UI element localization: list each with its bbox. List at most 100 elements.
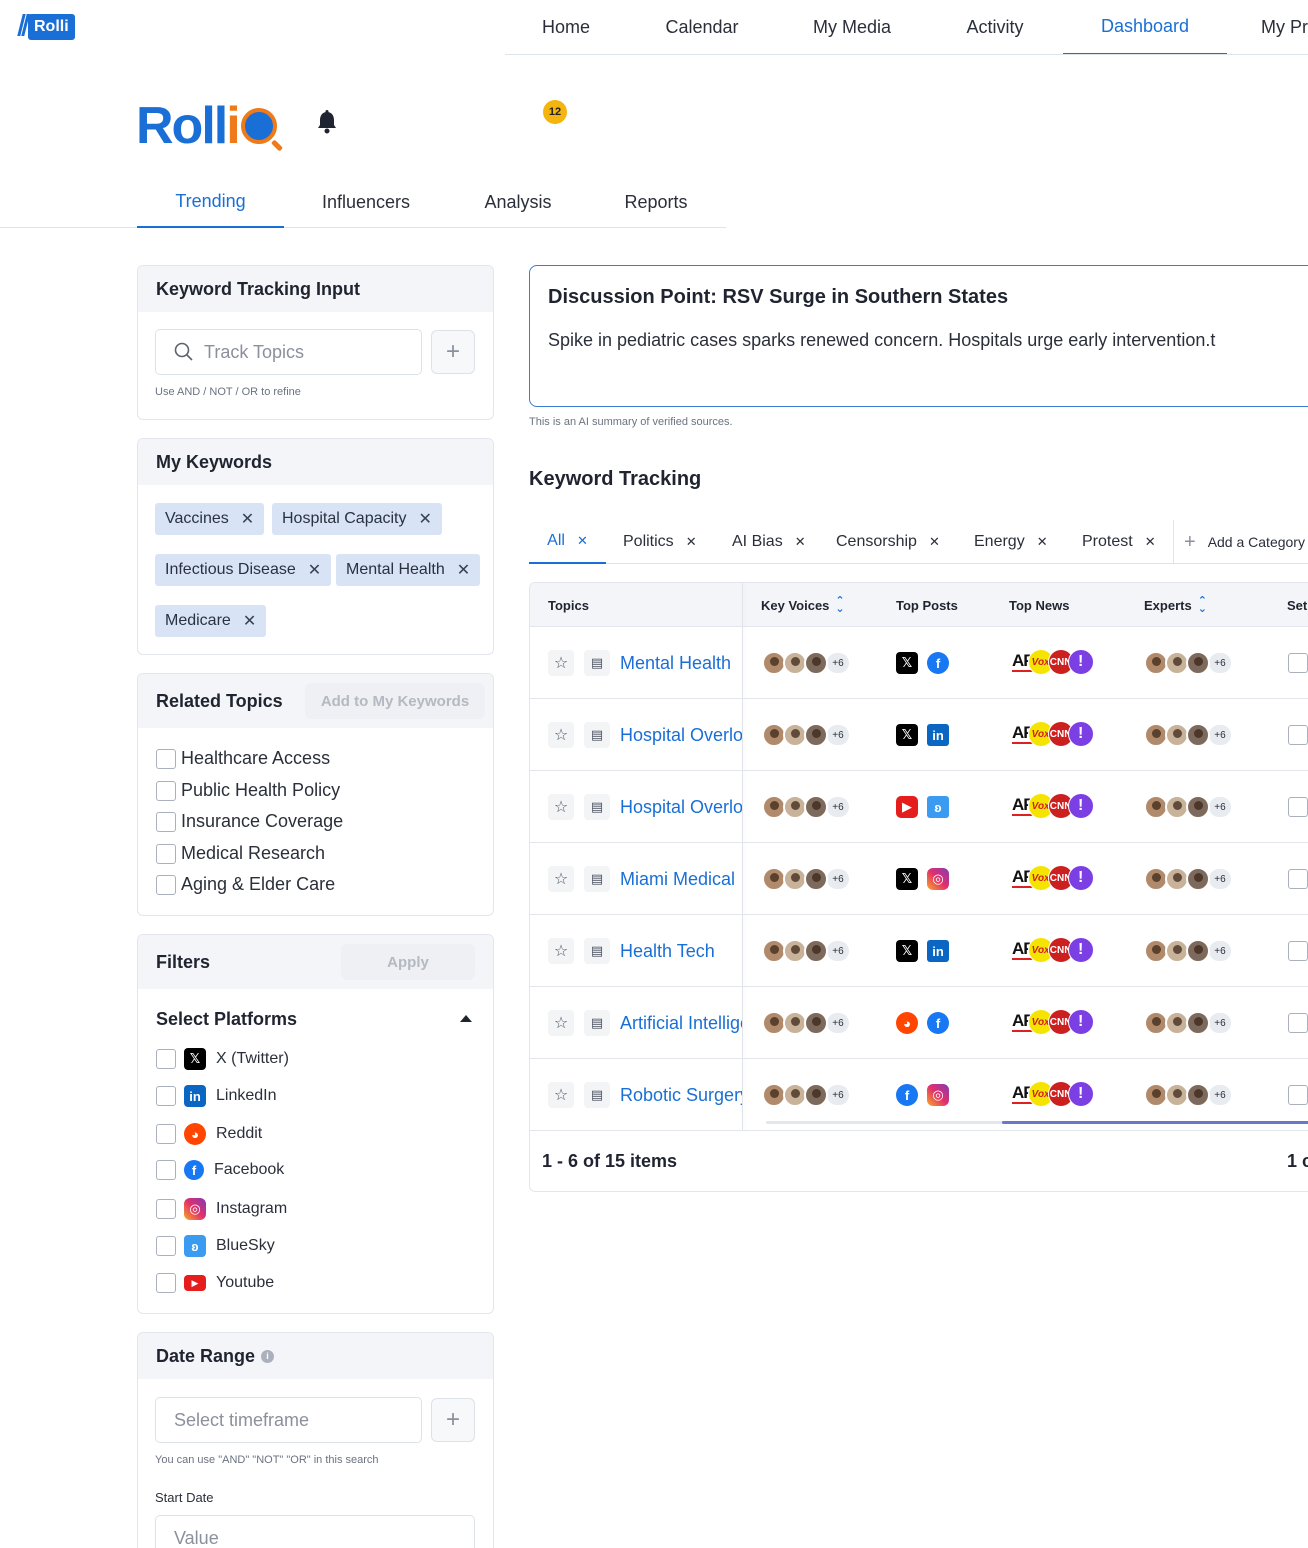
keyword-chip[interactable]: Vaccines ✕ <box>155 503 265 535</box>
experts-avatars[interactable]: +6 <box>1144 939 1233 963</box>
related-topic-option[interactable]: Healthcare Access <box>156 748 330 769</box>
avatar[interactable] <box>1186 1083 1210 1107</box>
avatar[interactable] <box>804 939 828 963</box>
remove-category-icon[interactable]: ✕ <box>795 534 806 550</box>
instagram-icon[interactable]: ◎ <box>927 1084 949 1106</box>
experts-avatars[interactable]: +6 <box>1144 795 1233 819</box>
key-voices-avatars[interactable]: +6 <box>762 867 851 891</box>
checkbox[interactable] <box>156 1160 176 1180</box>
linkedin-icon[interactable]: in <box>927 724 949 746</box>
checkbox[interactable] <box>156 748 176 769</box>
star-icon[interactable]: ☆ <box>548 938 574 964</box>
linkedin-icon[interactable]: in <box>927 940 949 962</box>
notes-icon[interactable]: ▤ <box>584 1082 610 1108</box>
row-checkbox[interactable] <box>1288 725 1308 745</box>
category-tab-protest[interactable]: Protest ✕ <box>1082 520 1156 564</box>
nav-home[interactable]: Home <box>505 0 627 54</box>
nav-calendar[interactable]: Calendar <box>627 0 777 54</box>
more-count[interactable]: +6 <box>1207 651 1233 675</box>
keyword-chip[interactable]: Infectious Disease ✕ <box>155 554 332 586</box>
nav-activity[interactable]: Activity <box>927 0 1063 54</box>
key-voices-avatars[interactable]: +6 <box>762 939 851 963</box>
platform-option-linkedin[interactable]: in LinkedIn <box>156 1085 277 1107</box>
x-icon[interactable]: 𝕏 <box>896 652 918 674</box>
bluesky-icon[interactable]: ʚ <box>927 796 949 818</box>
notes-icon[interactable]: ▤ <box>584 650 610 676</box>
top-news-logos[interactable]: AP Vox CNN! <box>1012 1009 1094 1035</box>
top-news-logos[interactable]: AP Vox CNN! <box>1012 721 1094 747</box>
more-count[interactable]: +6 <box>1207 867 1233 891</box>
more-count[interactable]: +6 <box>1207 1011 1233 1035</box>
more-count[interactable]: +6 <box>1207 939 1233 963</box>
more-count[interactable]: +6 <box>825 795 851 819</box>
checkbox[interactable] <box>156 1273 176 1293</box>
avatar[interactable] <box>804 867 828 891</box>
row-checkbox[interactable] <box>1288 1013 1308 1033</box>
avatar[interactable] <box>804 723 828 747</box>
pagination-page[interactable]: 1 c <box>1287 1151 1308 1172</box>
checkbox[interactable] <box>156 1124 176 1144</box>
topic-link[interactable]: Health Tech <box>620 915 742 987</box>
avatar[interactable] <box>1186 651 1210 675</box>
checkbox[interactable] <box>156 1236 176 1256</box>
avatar[interactable] <box>1186 867 1210 891</box>
horizontal-scrollbar[interactable] <box>766 1121 1308 1124</box>
experts-avatars[interactable]: +6 <box>1144 1083 1233 1107</box>
chevron-up-icon[interactable] <box>460 1015 472 1022</box>
platform-option-reddit[interactable]: ◕ Reddit <box>156 1123 262 1145</box>
platform-option-youtube[interactable]: ▶ Youtube <box>156 1273 274 1293</box>
platform-option-bluesky[interactable]: ʚ BlueSky <box>156 1235 275 1257</box>
key-voices-avatars[interactable]: +6 <box>762 795 851 819</box>
category-tab-ai-bias[interactable]: AI Bias ✕ <box>732 520 806 564</box>
avatar[interactable] <box>1186 723 1210 747</box>
avatar[interactable] <box>804 795 828 819</box>
remove-category-icon[interactable]: ✕ <box>1037 534 1048 550</box>
row-checkbox[interactable] <box>1288 1085 1308 1105</box>
remove-category-icon[interactable]: ✕ <box>577 533 588 549</box>
scrollbar-thumb[interactable] <box>1002 1121 1308 1124</box>
top-news-logos[interactable]: AP Vox CNN! <box>1012 793 1094 819</box>
platform-option-x[interactable]: 𝕏 X (Twitter) <box>156 1048 289 1070</box>
experts-avatars[interactable]: +6 <box>1144 867 1233 891</box>
checkbox[interactable] <box>156 1086 176 1106</box>
sort-icon[interactable]: ⌃ ⌄ <box>1198 596 1207 615</box>
remove-chip-icon[interactable]: ✕ <box>243 611 256 631</box>
column-experts[interactable]: Experts ⌃ ⌄ <box>1144 583 1207 627</box>
related-topic-option[interactable]: Medical Research <box>156 843 325 864</box>
remove-category-icon[interactable]: ✕ <box>929 534 940 550</box>
tab-reports[interactable]: Reports <box>604 176 708 228</box>
more-count[interactable]: +6 <box>1207 723 1233 747</box>
experts-avatars[interactable]: +6 <box>1144 1011 1233 1035</box>
add-timeframe-button[interactable]: + <box>431 1398 475 1442</box>
avatar[interactable] <box>804 1011 828 1035</box>
more-count[interactable]: +6 <box>1207 795 1233 819</box>
related-topic-option[interactable]: Aging & Elder Care <box>156 874 335 895</box>
nav-my-profile[interactable]: My Pr <box>1227 0 1308 54</box>
checkbox[interactable] <box>156 1049 176 1069</box>
avatar[interactable] <box>1186 795 1210 819</box>
platform-option-facebook[interactable]: f Facebook <box>156 1160 284 1180</box>
platform-option-instagram[interactable]: ◎ Instagram <box>156 1198 287 1220</box>
bell-icon[interactable] <box>316 110 338 134</box>
instagram-icon[interactable]: ◎ <box>927 868 949 890</box>
rolli-logo[interactable]: Rolli <box>17 14 75 40</box>
checkbox[interactable] <box>156 780 176 801</box>
timeframe-input[interactable]: Select timeframe <box>155 1397 422 1443</box>
experts-avatars[interactable]: +6 <box>1144 723 1233 747</box>
star-icon[interactable]: ☆ <box>548 866 574 892</box>
reddit-icon[interactable]: ◕ <box>896 1012 918 1034</box>
add-to-keywords-button[interactable]: Add to My Keywords <box>305 683 485 719</box>
key-voices-avatars[interactable]: +6 <box>762 1083 851 1107</box>
key-voices-avatars[interactable]: +6 <box>762 651 851 675</box>
more-count[interactable]: +6 <box>825 867 851 891</box>
nav-my-media[interactable]: My Media <box>777 0 927 54</box>
star-icon[interactable]: ☆ <box>548 1010 574 1036</box>
checkbox[interactable] <box>156 874 176 895</box>
remove-category-icon[interactable]: ✕ <box>686 534 697 550</box>
add-topic-button[interactable]: + <box>431 330 475 374</box>
x-icon[interactable]: 𝕏 <box>896 868 918 890</box>
track-topics-input[interactable]: Track Topics <box>155 329 422 375</box>
remove-chip-icon[interactable]: ✕ <box>457 560 470 580</box>
top-news-logos[interactable]: AP Vox CNN! <box>1012 937 1094 963</box>
facebook-icon[interactable]: f <box>927 652 949 674</box>
